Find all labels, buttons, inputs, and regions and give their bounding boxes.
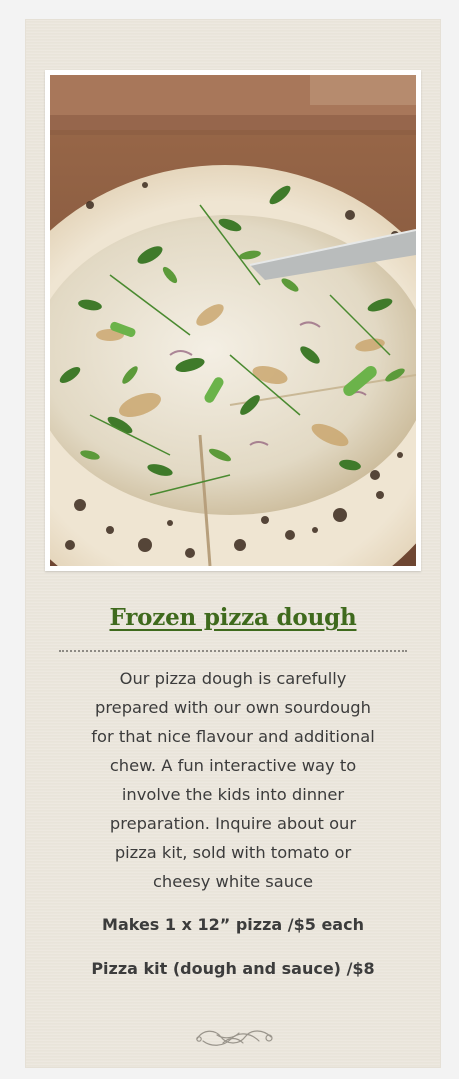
description-line: Our pizza dough is carefully [119,669,347,688]
description-line: chew. A fun interactive way to [109,756,357,775]
product-card: Frozen pizza dough Our pizza dough is ca… [25,19,441,1068]
dotted-divider [59,650,407,652]
description-line: cheesy white sauce [152,872,314,891]
description-line: involve the kids into dinner [121,785,345,804]
pizza-photo[interactable] [50,75,416,566]
description-line: preparation. Inquire about our [109,814,357,833]
description-line: pizza kit, sold with tomato or [114,843,352,862]
product-description: Our pizza dough is carefully prepared wi… [55,664,411,896]
product-title[interactable]: Frozen pizza dough [25,604,441,631]
photo-frame [45,70,421,571]
description-line: for that nice flavour and additional [91,727,375,746]
flourish-ornament-icon [193,1025,275,1051]
description-line: prepared with our own sourdough [95,698,371,717]
price-pizza-kit: Pizza kit (dough and sauce) /$8 [91,959,375,978]
price-single-pizza: Makes 1 x 12” pizza /$5 each [102,915,364,934]
